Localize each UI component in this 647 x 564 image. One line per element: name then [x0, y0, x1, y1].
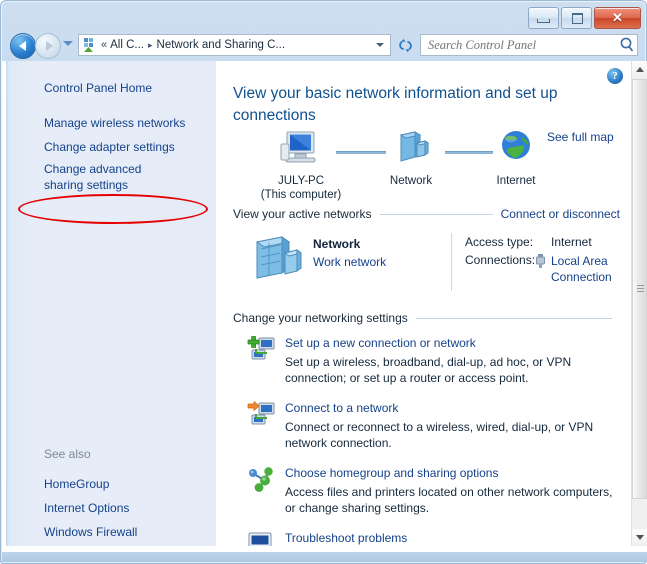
sidebar-item-windows-firewall[interactable]: Windows Firewall: [44, 524, 137, 540]
refresh-button[interactable]: [393, 34, 417, 56]
sidebar-item-change-advanced-sharing-settings[interactable]: Change advanced sharing settings: [44, 161, 184, 193]
main-pane: ? View your basic network information an…: [217, 61, 632, 546]
sidebar-item-change-adapter-settings[interactable]: Change adapter settings: [44, 139, 175, 155]
maximize-button[interactable]: [561, 7, 592, 29]
chevron-down-icon: [635, 535, 644, 540]
setting-title[interactable]: Choose homegroup and sharing options: [285, 465, 628, 481]
connect-network-icon: [247, 400, 277, 429]
network-icon: [249, 233, 305, 286]
map-node-network[interactable]: Network: [363, 129, 459, 188]
access-type-value: Internet: [551, 235, 592, 249]
networking-settings-list: Set up a new connection or network Set u…: [233, 335, 628, 546]
setting-description: Access files and printers located on oth…: [285, 485, 613, 515]
setting-title[interactable]: Troubleshoot problems: [285, 530, 628, 546]
list-item[interactable]: Set up a new connection or network Set u…: [233, 335, 628, 386]
scroll-up-button[interactable]: [632, 61, 647, 78]
chevron-up-icon: [635, 67, 644, 72]
breadcrumb-overflow[interactable]: «: [101, 39, 107, 51]
breadcrumb-item-network-sharing[interactable]: Network and Sharing C...: [157, 39, 285, 51]
new-connection-icon: [247, 336, 277, 364]
search-input[interactable]: [421, 36, 617, 54]
map-node-label: Network: [389, 175, 433, 187]
network-adapter-icon: [535, 254, 546, 268]
sidebar-item-internet-options[interactable]: Internet Options: [44, 500, 129, 516]
computer-icon: [279, 131, 323, 171]
active-network-divider: [451, 233, 452, 291]
setting-description: Set up a wireless, broadband, dial-up, a…: [285, 355, 572, 385]
title-bar[interactable]: ✕: [2, 2, 647, 29]
active-network-entry: Network Work network Access type: Intern…: [233, 231, 623, 295]
refresh-icon: [398, 38, 412, 52]
sidebar-item-manage-wireless-networks[interactable]: Manage wireless networks: [44, 115, 185, 131]
scrollbar-grip-icon: [637, 285, 644, 293]
navigation-toolbar: « All C... ▸ Network and Sharing C...: [2, 29, 647, 61]
map-node-this-computer[interactable]: JULY-PC (This computer): [253, 129, 349, 202]
active-network-name: Network: [313, 237, 361, 251]
content-area: Control Panel Home Manage wireless netwo…: [2, 61, 647, 554]
setting-title[interactable]: Set up a new connection or network: [285, 335, 628, 351]
section-divider: [379, 213, 493, 215]
see-full-map-link[interactable]: See full map: [547, 130, 614, 144]
minimize-button[interactable]: [528, 7, 559, 29]
back-button[interactable]: [10, 33, 36, 59]
globe-icon: [494, 131, 538, 171]
breadcrumb-item-all-control-panel[interactable]: All C...: [110, 39, 144, 51]
map-node-label: Internet: [496, 175, 536, 187]
search-icon[interactable]: [617, 35, 637, 55]
list-item[interactable]: Connect to a network Connect or reconnec…: [233, 400, 628, 451]
scroll-down-button[interactable]: [632, 529, 647, 546]
address-dropdown-icon[interactable]: [372, 35, 388, 55]
troubleshoot-icon: [247, 531, 277, 546]
address-bar[interactable]: « All C... ▸ Network and Sharing C...: [78, 34, 391, 56]
section-divider: [415, 317, 612, 319]
history-dropdown-icon[interactable]: [63, 41, 73, 46]
close-button[interactable]: ✕: [594, 7, 641, 29]
connections-value-link[interactable]: Local Area Connection: [551, 253, 631, 285]
help-icon[interactable]: ?: [607, 68, 623, 84]
active-network-type-link[interactable]: Work network: [313, 255, 386, 269]
list-item[interactable]: Choose homegroup and sharing options Acc…: [233, 465, 628, 516]
control-panel-window: ✕ « All C... ▸ Network and Sharing C...: [0, 0, 647, 564]
minimize-icon: [537, 19, 550, 23]
map-node-sublabel: (This computer): [260, 189, 342, 201]
networking-settings-section-header: Change your networking settings: [233, 311, 620, 325]
forward-button[interactable]: [35, 33, 61, 59]
section-title: View your active networks: [233, 207, 372, 221]
see-also-label: See also: [44, 447, 91, 461]
annotation-ellipse: [18, 194, 208, 224]
setting-title[interactable]: Connect to a network: [285, 400, 628, 416]
close-icon: ✕: [612, 10, 623, 25]
breadcrumb-separator-icon: ▸: [148, 39, 153, 50]
setting-description: Connect or reconnect to a wireless, wire…: [285, 420, 594, 450]
sidebar-item-homegroup[interactable]: HomeGroup: [44, 476, 109, 492]
control-panel-icon: [82, 37, 98, 53]
section-title: Change your networking settings: [233, 311, 408, 325]
connect-or-disconnect-link[interactable]: Connect or disconnect: [501, 207, 620, 221]
map-node-label: JULY-PC: [277, 175, 325, 187]
search-box[interactable]: [420, 34, 638, 56]
list-item[interactable]: Troubleshoot problems: [233, 530, 628, 546]
connections-label: Connections:: [465, 253, 536, 267]
homegroup-icon: [247, 466, 277, 494]
active-networks-section-header: View your active networks Connect or dis…: [233, 207, 620, 221]
network-icon: [389, 131, 433, 171]
sidebar-item-control-panel-home[interactable]: Control Panel Home: [44, 80, 152, 96]
sidebar: Control Panel Home Manage wireless netwo…: [6, 61, 217, 546]
vertical-scrollbar[interactable]: [631, 61, 647, 546]
scrollbar-thumb[interactable]: [632, 79, 647, 499]
maximize-icon: [572, 13, 583, 24]
access-type-label: Access type:: [465, 235, 534, 249]
status-strip: [2, 552, 647, 562]
page-title: View your basic network information and …: [233, 85, 558, 124]
window-controls: ✕: [528, 7, 641, 29]
